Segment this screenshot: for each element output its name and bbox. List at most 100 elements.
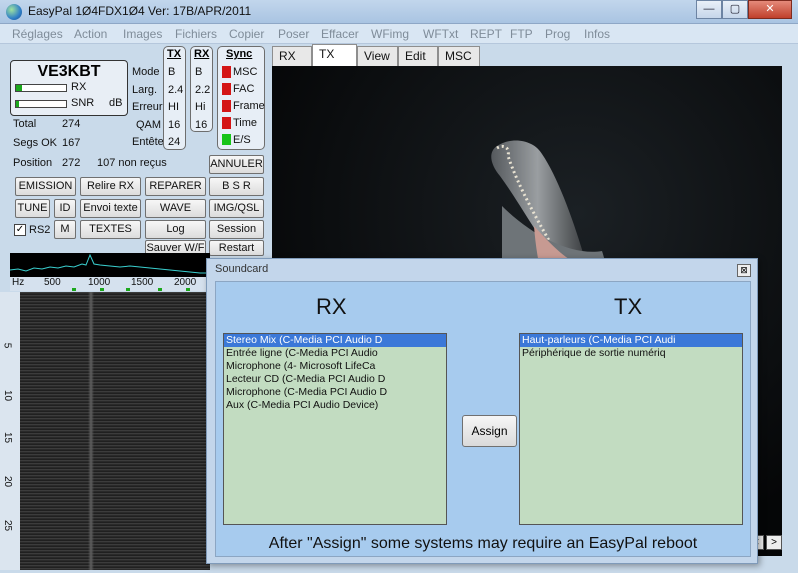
callsign: VE3KBT <box>37 63 101 80</box>
param-label-qam: QAM <box>136 119 162 131</box>
waterfall-display <box>20 292 210 570</box>
snr-meter <box>15 100 67 108</box>
total-value: 274 <box>62 118 81 130</box>
time-axis: 5 10 15 20 25 <box>0 292 20 570</box>
sync-frame: Frame <box>233 100 265 112</box>
relire-rx-button[interactable]: Relire RX <box>80 177 141 196</box>
frequency-axis: Hz 500 1000 1500 2000 <box>10 277 210 291</box>
soundcard-dialog: Soundcard ⊠ RX TX Stereo Mix (C-Media PC… <box>206 258 758 564</box>
rx-device-item[interactable]: Entrée ligne (C-Media PCI Audio <box>224 347 446 360</box>
rx-device-item[interactable]: Microphone (C-Media PCI Audio D <box>224 386 446 399</box>
rx-device-item[interactable]: Aux (C-Media PCI Audio Device) <box>224 399 446 412</box>
tx-mode: B <box>168 66 176 78</box>
dialog-close-icon[interactable]: ⊠ <box>737 264 751 277</box>
assign-button[interactable]: Assign <box>462 415 517 447</box>
minimize-button[interactable]: — <box>696 0 722 19</box>
menu-poser[interactable]: Poser <box>278 27 309 41</box>
sync-msc: MSC <box>233 66 258 78</box>
freq-unit: Hz <box>12 277 25 288</box>
param-label-larg: Larg. <box>132 84 158 96</box>
menu-ftp[interactable]: FTP <box>510 27 533 41</box>
position-value: 272 <box>62 157 81 169</box>
menu-copier[interactable]: Copier <box>229 27 264 41</box>
title-bar: EasyPal 1Ø4FDX1Ø4 Ver: 17B/APR/2011 — ▢ … <box>0 0 798 24</box>
dialog-body: RX TX Stereo Mix (C-Media PCI Audio D En… <box>215 281 751 557</box>
rx-device-item[interactable]: Stereo Mix (C-Media PCI Audio D <box>224 334 446 347</box>
menu-wftxt[interactable]: WFTxt <box>423 27 458 41</box>
time-tick-15: 15 <box>2 431 14 444</box>
annuler-button[interactable]: ANNULER <box>209 155 264 174</box>
tab-msc[interactable]: MSC <box>438 46 480 66</box>
tune-button[interactable]: TUNE <box>15 199 50 218</box>
rx-larg: 2.2 <box>195 84 211 96</box>
menu-wfimg[interactable]: WFimg <box>371 27 409 41</box>
textes-button[interactable]: TEXTES <box>80 220 141 239</box>
reparer-button[interactable]: REPARER <box>145 177 206 196</box>
rs2-checkbox[interactable]: ✓ <box>14 224 26 236</box>
tab-rx[interactable]: RX <box>272 46 312 66</box>
rx-header: RX <box>194 48 210 60</box>
rx-meter-label: RX <box>71 81 87 93</box>
rx-device-item[interactable]: Microphone (4- Microsoft LifeCa <box>224 360 446 373</box>
tx-params-box <box>163 46 186 150</box>
sync-time: Time <box>233 117 258 129</box>
emission-button[interactable]: EMISSION <box>15 177 76 196</box>
tx-entete: 24 <box>168 136 181 148</box>
tab-tx[interactable]: TX <box>312 44 357 66</box>
total-label: Total <box>13 118 37 130</box>
rx-level-meter <box>15 84 67 92</box>
dialog-title: Soundcard <box>215 263 269 275</box>
tx-erreur: HI <box>168 101 179 113</box>
m-button[interactable]: M <box>54 220 76 239</box>
sync-led-es <box>222 134 231 145</box>
non-recus: 107 non reçus <box>97 157 167 169</box>
id-button[interactable]: ID <box>54 199 76 218</box>
restart-button[interactable]: Restart <box>209 240 264 256</box>
snr-meter-label: SNR <box>71 97 95 109</box>
position-label: Position <box>13 157 53 169</box>
rx-qam: 16 <box>195 119 208 131</box>
freq-tick-1000: 1000 <box>88 277 111 288</box>
spectrum-display <box>9 253 210 277</box>
menu-rept[interactable]: REPT <box>470 27 502 41</box>
rx-title: RX <box>316 294 347 319</box>
tx-device-item[interactable]: Périphérique de sortie numériq <box>520 347 742 360</box>
tx-device-list[interactable]: Haut-parleurs (C-Media PCI Audi Périphér… <box>519 333 743 525</box>
rx-device-item[interactable]: Lecteur CD (C-Media PCI Audio D <box>224 373 446 386</box>
sync-led-time <box>222 117 231 129</box>
sync-led-fac <box>222 83 231 95</box>
sync-led-msc <box>222 66 231 78</box>
menu-images[interactable]: Images <box>123 27 162 41</box>
menu-infos[interactable]: Infos <box>584 27 610 41</box>
tab-edit[interactable]: Edit <box>398 46 438 66</box>
param-label-entete: Entête <box>132 136 164 148</box>
rx-device-list[interactable]: Stereo Mix (C-Media PCI Audio D Entrée l… <box>223 333 447 525</box>
tx-title: TX <box>614 294 643 319</box>
sync-led-frame <box>222 100 231 112</box>
sync-header: Sync <box>226 48 253 60</box>
reboot-note: After "Assign" some systems may require … <box>268 535 698 552</box>
menu-reglages[interactable]: Réglages <box>12 27 63 41</box>
scroll-right-button[interactable]: > <box>766 535 782 550</box>
menu-fichiers[interactable]: Fichiers <box>175 27 217 41</box>
freq-tick-500: 500 <box>44 277 61 288</box>
tx-header: TX <box>167 48 182 60</box>
bsr-button[interactable]: B S R <box>209 177 264 196</box>
maximize-button[interactable]: ▢ <box>722 0 748 19</box>
envoi-texte-button[interactable]: Envoi texte <box>80 199 141 218</box>
menu-effacer[interactable]: Effacer <box>321 27 359 41</box>
window-title: EasyPal 1Ø4FDX1Ø4 Ver: 17B/APR/2011 <box>28 4 252 18</box>
freq-tick-1500: 1500 <box>131 277 154 288</box>
callsign-panel: VE3KBT RX SNR dB <box>10 60 128 116</box>
menu-action[interactable]: Action <box>74 27 107 41</box>
session-button[interactable]: Session <box>209 220 264 239</box>
log-button[interactable]: Log <box>145 220 206 239</box>
tab-view[interactable]: View <box>357 46 398 66</box>
app-globe-icon <box>6 4 22 20</box>
img-qsl-button[interactable]: IMG/QSL <box>209 199 264 218</box>
tx-device-item[interactable]: Haut-parleurs (C-Media PCI Audi <box>520 334 742 347</box>
menu-prog[interactable]: Prog <box>545 27 570 41</box>
rx-erreur: Hi <box>195 101 206 113</box>
wave-button[interactable]: WAVE <box>145 199 206 218</box>
close-button[interactable]: ✕ <box>748 0 792 19</box>
